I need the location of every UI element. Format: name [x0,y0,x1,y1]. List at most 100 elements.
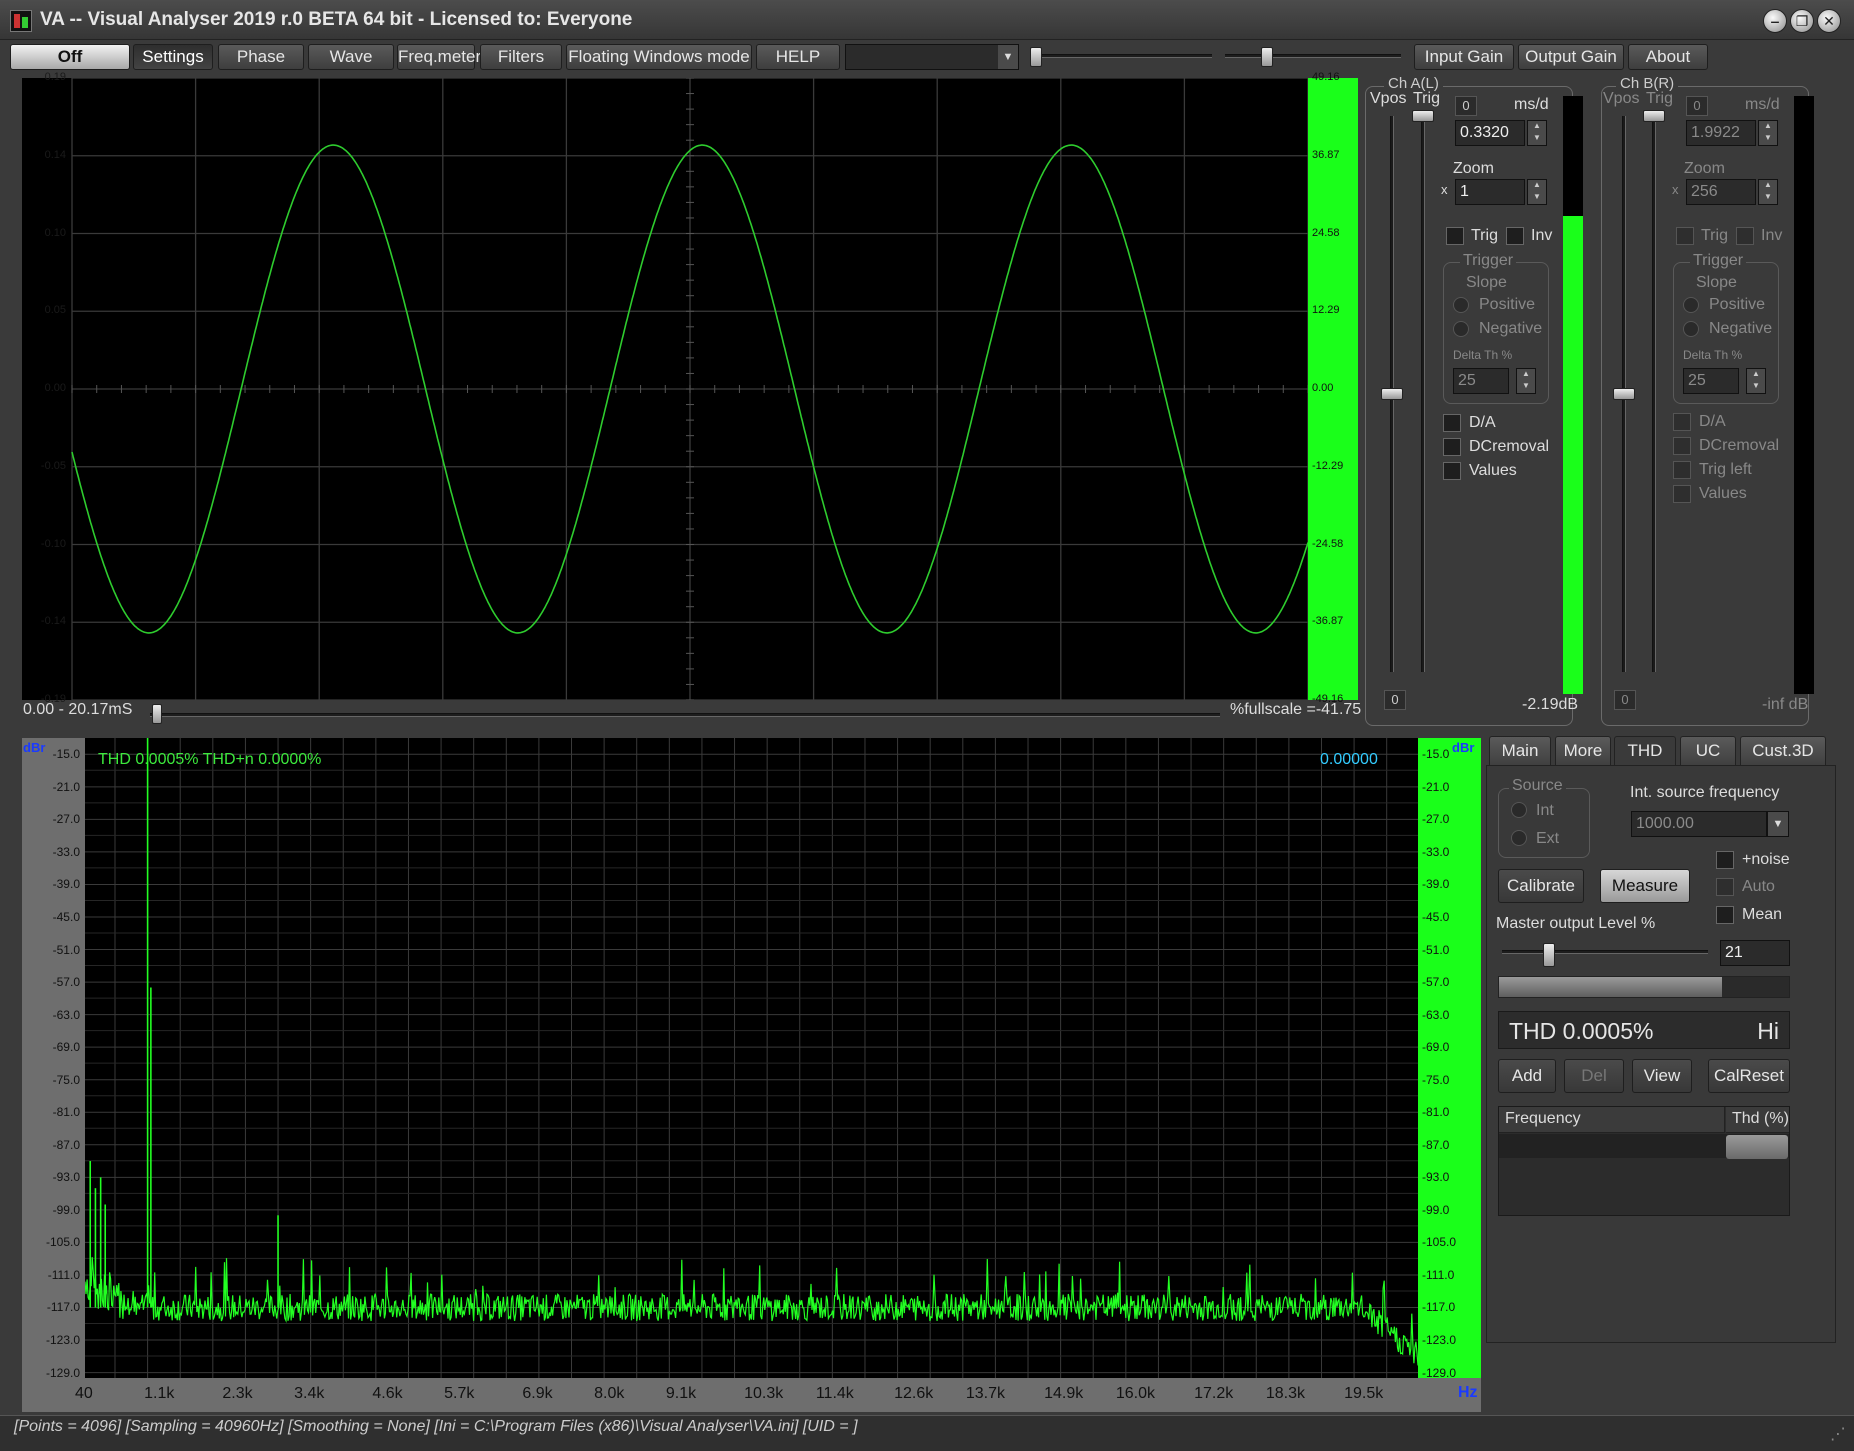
tab-cust3d[interactable]: Cust.3D [1740,736,1826,766]
phase-button[interactable]: Phase [218,44,304,70]
da-checkbox-b[interactable] [1673,413,1691,431]
spectrum-grid [85,738,1418,1378]
add-button[interactable]: Add [1498,1059,1556,1093]
master-level-thumb[interactable] [1542,943,1555,967]
input-gain-slider-thumb[interactable] [1030,47,1042,67]
thd-display-hi: Hi [1757,1018,1779,1044]
dcremoval-checkbox[interactable] [1443,438,1461,456]
spectrum-y-tick: -69.0 [52,1040,80,1055]
msd-input-b[interactable]: 1.9922 [1686,120,1756,146]
calibrate-button[interactable]: Calibrate [1498,869,1584,903]
int-freq-select[interactable]: 1000.00 [1631,811,1767,837]
output-gain-button[interactable]: Output Gain [1518,44,1624,70]
tab-more[interactable]: More [1555,736,1611,766]
tab-main[interactable]: Main [1489,736,1551,766]
spectrum-analyzer[interactable] [85,738,1418,1378]
scope-right-tick: 49.16 [1312,71,1340,83]
calreset-button[interactable]: CalReset [1708,1059,1790,1093]
slope-negative-label: Negative [1479,320,1543,337]
maximize-button[interactable]: ❐ [1790,9,1814,33]
table-scrollbar[interactable] [1726,1135,1788,1159]
zoom-input[interactable]: 1 [1455,179,1525,205]
floating-windows-button[interactable]: Floating Windows mode [566,44,752,70]
values-checkbox[interactable] [1443,462,1461,480]
tab-uc[interactable]: UC [1680,736,1736,766]
source-ext-radio[interactable] [1511,830,1527,846]
minimize-button[interactable]: ‒ [1763,9,1787,33]
device-select[interactable]: ▼ [845,44,1019,70]
measure-button[interactable]: Measure [1600,869,1690,903]
values-checkbox-b[interactable] [1673,485,1691,503]
frequency-column-header[interactable]: Frequency [1499,1107,1725,1133]
spectrum-x-tick: 16.0k [1115,1385,1155,1402]
tab-thd[interactable]: THD [1614,736,1676,766]
slope-negative-radio[interactable] [1453,321,1469,337]
resize-grip-icon[interactable]: ⋰ [1830,1424,1846,1444]
chevron-down-icon[interactable]: ▼ [1767,811,1789,837]
trig-level-b-thumb[interactable] [1643,110,1665,122]
values-label-b: Values [1699,485,1747,502]
settings-button[interactable]: Settings [133,44,213,70]
zoom-spinner[interactable] [1527,179,1547,205]
trig-level-thumb[interactable] [1412,110,1434,122]
chA-bottom-box[interactable]: 0 [1384,690,1406,710]
slope-positive-radio-b[interactable] [1683,297,1699,313]
inv-checkbox[interactable] [1506,227,1524,245]
thd-results-table[interactable]: Frequency Thd (%) [1498,1106,1790,1216]
thd-column-header[interactable]: Thd (%) [1726,1107,1789,1133]
scope-y-tick: -0.05 [40,459,66,472]
msd-spinner-b[interactable] [1758,120,1778,146]
chB-bottom-box[interactable]: 0 [1614,690,1636,710]
noise-checkbox[interactable] [1716,851,1734,869]
help-button[interactable]: HELP [756,44,840,70]
auto-checkbox[interactable] [1716,878,1734,896]
zoom-input-b[interactable]: 256 [1686,179,1756,205]
chA-zero-box[interactable]: 0 [1455,96,1477,116]
dcremoval-checkbox-b[interactable] [1673,437,1691,455]
delta-th-spinner[interactable] [1516,368,1536,394]
off-button[interactable]: Off [10,44,130,70]
filters-button[interactable]: Filters [480,44,562,70]
input-gain-slider[interactable] [1030,47,1212,67]
spectrum-right-y-tick: -51.0 [1422,942,1450,957]
freqmeter-button[interactable]: Freq.meter [397,44,481,70]
spectrum-right-y-tick: -99.0 [1422,1202,1450,1217]
master-level-input[interactable]: 21 [1720,940,1790,966]
trig-checkbox-b[interactable] [1676,227,1694,245]
output-gain-slider[interactable] [1225,47,1401,67]
spectrum-right-y-tick: -63.0 [1422,1007,1450,1022]
trig-checkbox[interactable] [1446,227,1464,245]
master-level-slider[interactable] [1502,943,1708,968]
trigleft-checkbox-b[interactable] [1673,461,1691,479]
delta-th-spinner-b[interactable] [1746,368,1766,394]
wave-button[interactable]: Wave [308,44,394,70]
input-gain-button[interactable]: Input Gain [1414,44,1514,70]
delta-th-input-b[interactable]: 25 [1683,368,1739,394]
slope-positive-radio[interactable] [1453,297,1469,313]
spectrum-y-tick: -99.0 [52,1202,80,1217]
da-checkbox[interactable] [1443,414,1461,432]
spectrum-y-tick: -93.0 [52,1170,80,1185]
time-scroll-thumb[interactable] [152,704,162,724]
view-button[interactable]: View [1632,1059,1692,1093]
zoom-spinner-b[interactable] [1758,179,1778,205]
time-scroll-slider[interactable] [150,704,1220,724]
mean-checkbox[interactable] [1716,906,1734,924]
oscilloscope[interactable] [22,78,1308,700]
inv-checkbox-b[interactable] [1736,227,1754,245]
msd-input[interactable]: 0.3320 [1455,120,1525,146]
trig-level-slider[interactable] [1421,116,1425,672]
chevron-down-icon[interactable]: ▼ [998,45,1018,69]
trig-level-slider-b[interactable] [1652,116,1656,672]
del-button[interactable]: Del [1564,1059,1624,1093]
msd-spinner[interactable] [1527,120,1547,146]
about-button[interactable]: About [1628,44,1708,70]
vpos-slider-thumb[interactable] [1381,388,1403,400]
chB-zero-box[interactable]: 0 [1686,96,1708,116]
close-button[interactable]: ✕ [1817,9,1841,33]
source-int-radio[interactable] [1511,802,1527,818]
slope-negative-radio-b[interactable] [1683,321,1699,337]
vpos-slider-b-thumb[interactable] [1613,388,1635,400]
delta-th-input[interactable]: 25 [1453,368,1509,394]
output-gain-slider-thumb[interactable] [1261,47,1273,67]
